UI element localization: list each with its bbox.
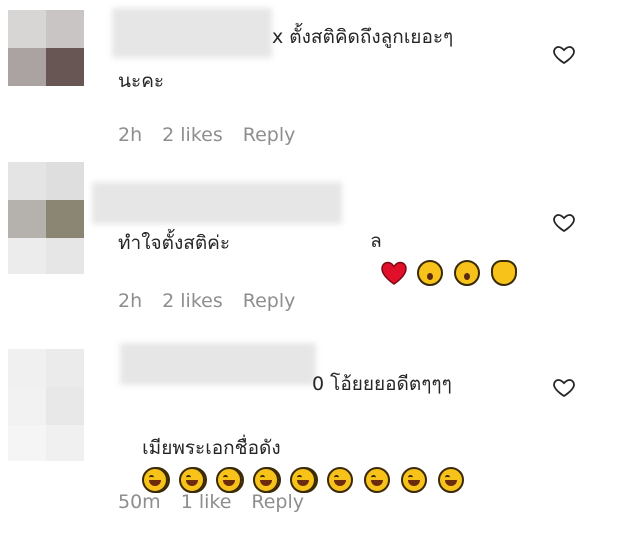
rolling-on-floor-laughing-emoji xyxy=(216,467,243,493)
heart-outline-icon[interactable] xyxy=(552,375,576,399)
rolling-on-floor-laughing-emoji xyxy=(290,467,317,493)
comment-text-fragment: ล xyxy=(370,230,382,252)
astonished-face-emoji xyxy=(454,260,481,286)
reply-button[interactable]: Reply xyxy=(243,290,296,312)
comment-item-3: 0 โอ้ยยยอดีตๆๆๆ เมียพระเอกชื่อดัง 50m 1 … xyxy=(0,335,620,551)
rolling-on-floor-laughing-emoji xyxy=(401,467,428,493)
likes-count[interactable]: 2 likes xyxy=(162,290,223,312)
comment-meta: 2h 2 likes Reply xyxy=(118,290,295,312)
comment-text-line-1: ล xyxy=(346,190,518,326)
comment-meta: 2h 2 likes Reply xyxy=(118,124,295,146)
comment-text-line-2: ทำใจตั้งสติค่ะ xyxy=(118,232,231,254)
username-redacted xyxy=(112,8,272,58)
avatar[interactable] xyxy=(8,349,84,461)
comment-text-line-1: x ตั้งสติคิดถึงลูกเยอะๆ xyxy=(272,26,454,48)
avatar[interactable] xyxy=(8,10,84,86)
comment-item-1: x ตั้งสติคิดถึงลูกเยอะๆ นะคะ 2h 2 likes … xyxy=(0,0,620,160)
username-redacted xyxy=(92,182,342,224)
rolling-on-floor-laughing-emoji xyxy=(438,467,465,493)
comment-text-line-1: 0 โอ้ยยยอดีตๆๆๆ xyxy=(312,373,452,395)
reply-button[interactable]: Reply xyxy=(251,491,304,513)
comment-item-2: ล ทำใจตั้งสติค่ะ 2h 2 likes Reply xyxy=(0,160,620,335)
rolling-on-floor-laughing-emoji xyxy=(327,467,354,493)
username-redacted xyxy=(120,343,316,385)
waving-hand-emoji xyxy=(491,260,518,286)
astonished-face-emoji xyxy=(417,260,444,286)
likes-count[interactable]: 2 likes xyxy=(162,124,223,146)
rolling-on-floor-laughing-emoji xyxy=(364,467,391,493)
comment-text-line-2: นะคะ xyxy=(118,70,165,92)
rolling-on-floor-laughing-emoji xyxy=(179,467,206,493)
red-heart-emoji xyxy=(381,261,407,285)
comment-meta: 50m 1 like Reply xyxy=(118,491,304,513)
rolling-on-floor-laughing-emoji xyxy=(142,467,169,493)
comment-text-line-3 xyxy=(118,431,475,533)
avatar[interactable] xyxy=(8,162,84,274)
likes-count[interactable]: 1 like xyxy=(181,491,232,513)
rolling-on-floor-laughing-emoji xyxy=(253,467,280,493)
heart-outline-icon[interactable] xyxy=(552,210,576,234)
reply-button[interactable]: Reply xyxy=(243,124,296,146)
timestamp: 50m xyxy=(118,491,161,513)
timestamp: 2h xyxy=(118,290,143,312)
heart-outline-icon[interactable] xyxy=(552,42,576,66)
timestamp: 2h xyxy=(118,124,143,146)
